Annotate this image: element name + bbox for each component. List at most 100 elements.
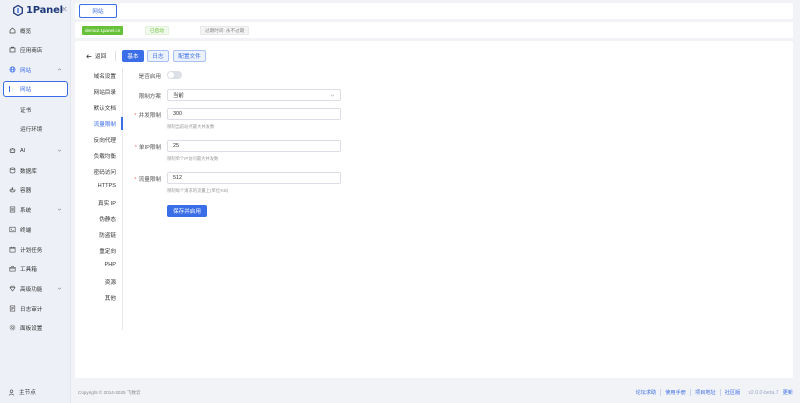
arrow-left-icon bbox=[86, 54, 92, 58]
ip-limit-help: 限制单个IP访问最大并发数 bbox=[167, 156, 219, 161]
sidebar-item-container[interactable]: 容器 bbox=[3, 182, 68, 197]
tab-config-file[interactable]: 配置文件 bbox=[173, 50, 206, 62]
status-badge: 已启动 bbox=[145, 26, 169, 35]
sidebar-item-label: 计划任务 bbox=[20, 247, 43, 254]
sidebar-item-terminal[interactable]: 终端 bbox=[3, 222, 68, 237]
sidebar-item-label: 面板设置 bbox=[20, 325, 43, 332]
sidebar-item-settings[interactable]: 面板设置 bbox=[3, 320, 68, 335]
chevron-down-icon bbox=[57, 149, 62, 152]
sidebar-item-label: 终端 bbox=[20, 227, 32, 234]
sidebar-item-logs[interactable]: 日志审计 bbox=[3, 301, 68, 316]
copyright: Copyright © 2014-2025 飞致云 bbox=[78, 390, 141, 395]
submenu-php[interactable]: PHP bbox=[83, 262, 120, 268]
sidebar-item-advanced[interactable]: 高级功能 bbox=[3, 281, 68, 296]
scheme-select[interactable]: 当前 bbox=[167, 89, 341, 101]
submenu-https[interactable]: HTTPS bbox=[83, 183, 120, 189]
diamond-icon bbox=[9, 285, 16, 292]
host-switcher[interactable]: 主节点 bbox=[8, 388, 36, 396]
footer-link-manual[interactable]: 使用手册 bbox=[661, 389, 691, 396]
database-icon bbox=[9, 167, 16, 174]
chevron-down-icon bbox=[57, 208, 62, 211]
sidebar-item-label: 应用商店 bbox=[20, 47, 43, 54]
sidebar-subitem-label: 证书 bbox=[20, 108, 32, 114]
sidebar-item-cronjob[interactable]: 计划任务 bbox=[3, 242, 68, 257]
host-label: 主节点 bbox=[19, 390, 36, 396]
log-icon bbox=[9, 305, 16, 312]
system-icon bbox=[9, 206, 16, 213]
submenu-real-ip[interactable]: 真实 IP bbox=[83, 199, 120, 207]
update-link[interactable]: 更新 bbox=[781, 389, 793, 396]
tab-basic[interactable]: 基本 bbox=[122, 50, 144, 62]
sidebar-item-ai[interactable]: AI bbox=[3, 143, 68, 158]
ip-limit-input[interactable]: 25 bbox=[167, 140, 341, 152]
sidebar-item-label: 高级功能 bbox=[20, 286, 43, 293]
top-tab-bar: 网站 bbox=[75, 3, 793, 19]
sidebar-item-website[interactable]: 网站 bbox=[3, 62, 68, 77]
sidebar-item-app-store[interactable]: 应用商店 bbox=[3, 42, 68, 57]
submenu-rate-limit[interactable]: 流量限制 bbox=[83, 120, 120, 128]
scheme-value: 当前 bbox=[173, 93, 184, 99]
terminal-icon bbox=[9, 226, 16, 233]
sidebar-item-overview[interactable]: 概览 bbox=[3, 23, 68, 38]
user-icon bbox=[8, 389, 15, 396]
version-label: v2.0.0-beta.7 bbox=[748, 389, 779, 396]
website-info-bar: demo2.1panel.cn 已启动 过期时间: 永不过期 bbox=[75, 22, 793, 38]
chevron-down-icon bbox=[57, 287, 62, 290]
sidebar-item-system[interactable]: 系统 bbox=[3, 202, 68, 217]
home-icon bbox=[9, 27, 16, 34]
sidebar-subitem-certificate[interactable]: 证书 bbox=[3, 102, 68, 118]
app-logo[interactable]: 1Panel bbox=[13, 4, 63, 16]
ai-icon bbox=[9, 147, 16, 154]
ip-limit-label: * 单IP限制 bbox=[134, 145, 161, 151]
submenu-anti-leech[interactable]: 防盗链 bbox=[83, 231, 120, 239]
submenu-redirect[interactable]: 重定向 bbox=[83, 247, 120, 255]
calendar-icon bbox=[9, 246, 16, 253]
scheme-label: 限制方案 bbox=[138, 94, 161, 100]
sidebar-item-label: 容器 bbox=[20, 187, 32, 194]
chevron-down-icon bbox=[330, 94, 335, 97]
sidebar-subitem-label: 运行环境 bbox=[20, 127, 43, 133]
container-icon bbox=[9, 186, 16, 193]
back-label: 返回 bbox=[95, 54, 107, 60]
rate-limit-label: * 流量限制 bbox=[134, 177, 161, 183]
toolbox-icon bbox=[9, 265, 16, 272]
footer-link-project[interactable]: 项目地址 bbox=[691, 389, 721, 396]
submenu-other[interactable]: 其他 bbox=[83, 294, 120, 302]
logo-text: 1Panel bbox=[26, 4, 63, 16]
settings-icon bbox=[9, 324, 16, 331]
divider bbox=[115, 51, 116, 61]
enable-switch[interactable] bbox=[167, 71, 182, 79]
enable-label: 是否启用 bbox=[138, 74, 161, 80]
tab-website[interactable]: 网站 bbox=[79, 4, 117, 18]
sidebar-item-label: 日志审计 bbox=[20, 306, 43, 313]
sidebar-subitem-label: 网站 bbox=[20, 87, 32, 93]
logo-icon bbox=[13, 4, 23, 16]
globe-icon bbox=[9, 66, 16, 73]
sidebar-item-toolbox[interactable]: 工具箱 bbox=[3, 261, 68, 276]
store-icon bbox=[9, 46, 16, 53]
submenu-resource[interactable]: 资源 bbox=[83, 278, 120, 286]
sidebar-item-label: 工具箱 bbox=[20, 266, 37, 273]
concurrency-label: * 并发限制 bbox=[134, 113, 161, 119]
domain-tag: demo2.1panel.cn bbox=[82, 26, 124, 35]
tab-log[interactable]: 日志 bbox=[147, 50, 169, 62]
sidebar: 1Panel 概览 应用商店 网站 网站 证书 运行环境 AI 数据库 容器 系… bbox=[0, 0, 71, 403]
chevron-up-icon bbox=[57, 68, 62, 71]
submenu-rewrite[interactable]: 伪静态 bbox=[83, 215, 120, 223]
sidebar-subitem-website[interactable]: 网站 bbox=[3, 81, 68, 97]
sidebar-item-label: 概览 bbox=[20, 28, 32, 35]
concurrency-input[interactable]: 300 bbox=[167, 108, 341, 120]
footer-link-community[interactable]: 社区版 bbox=[721, 389, 745, 396]
footer-links: 论坛求助 使用手册 项目地址 社区版 v2.0.0-beta.7 更新 bbox=[631, 389, 793, 396]
collapse-sidebar-icon[interactable] bbox=[62, 6, 68, 12]
sidebar-item-label: 网站 bbox=[20, 67, 32, 74]
back-button[interactable]: 返回 bbox=[86, 52, 106, 60]
sidebar-item-database[interactable]: 数据库 bbox=[3, 163, 68, 178]
sidebar-item-label: AI bbox=[20, 147, 26, 154]
submenu-load-balance[interactable]: 负载均衡 bbox=[83, 152, 120, 160]
rate-limit-input[interactable]: 512 bbox=[167, 172, 341, 184]
footer-link-forum[interactable]: 论坛求助 bbox=[631, 389, 662, 396]
sidebar-subitem-runtime[interactable]: 运行环境 bbox=[3, 121, 68, 137]
save-enable-button[interactable]: 保存并启用 bbox=[167, 205, 207, 217]
main-panel: 返回 基本 日志 配置文件 域名设置 网站目录 默认文档 流量限制 反向代理 负… bbox=[75, 41, 793, 378]
